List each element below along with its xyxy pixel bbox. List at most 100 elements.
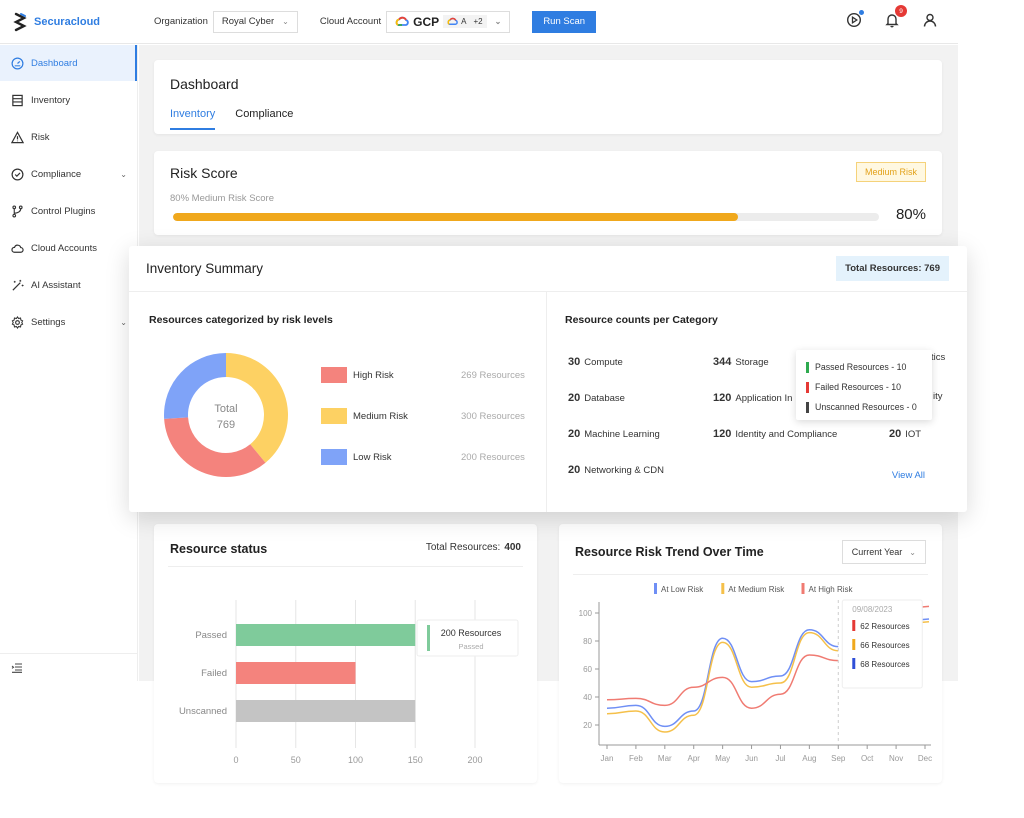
x-tick-label: Oct — [861, 754, 874, 763]
legend-label: At Low Risk — [661, 585, 704, 594]
risk-score-card: Risk Score Medium Risk 80% Medium Risk S… — [154, 151, 942, 235]
total-resources-label: Total Resources: — [425, 542, 501, 553]
tooltip-color-marker — [806, 381, 809, 393]
chevron-down-icon[interactable]: ⌄ — [120, 318, 127, 327]
bar-unscanned — [236, 700, 416, 722]
risk-score-percent: 80% — [895, 206, 926, 223]
branch-icon — [12, 204, 23, 218]
series-line-at-high-risk — [606, 654, 839, 709]
category-count: 20 — [568, 464, 581, 476]
legend-count: 300 Resources — [461, 410, 525, 422]
sidebar-item-cloud-accounts[interactable]: Cloud Accounts — [0, 230, 137, 266]
sidebar-item-settings[interactable]: Settings ⌄ — [0, 304, 137, 340]
category-name: tics — [931, 352, 946, 363]
category-count: 20 — [889, 428, 902, 440]
legend-marker — [721, 583, 725, 594]
category-item[interactable]: 20 Machine Learning — [568, 428, 660, 440]
organization-select[interactable]: Royal Cyber ⌄ — [212, 10, 298, 33]
sidebar-item-label: Dashboard — [31, 57, 78, 69]
category-item[interactable]: 120 Identity and Compliance — [713, 428, 837, 440]
chevron-down-icon: ⌄ — [282, 17, 289, 26]
risk-score-subtitle: 80% Medium Risk Score — [170, 193, 275, 204]
x-tick-label: Apr — [688, 754, 701, 763]
brand-logo[interactable]: Securacloud — [0, 12, 140, 32]
category-item[interactable]: tics — [931, 352, 945, 363]
dashboard-header-card: Dashboard Inventory Compliance — [154, 60, 942, 134]
notifications-button[interactable]: 9 — [884, 5, 907, 28]
sidebar-item-compliance[interactable]: Compliance ⌄ — [0, 156, 137, 192]
risk-score-progress-bar — [173, 213, 879, 221]
tooltip-value: 68 Resources — [860, 660, 909, 669]
y-tick-label: 20 — [583, 721, 592, 730]
new-indicator-dot — [859, 10, 864, 15]
page-title: Dashboard — [170, 76, 239, 92]
sidebar-item-inventory[interactable]: Inventory — [0, 82, 137, 118]
play-video-button[interactable] — [846, 10, 864, 28]
category-item[interactable]: 120 Application In — [713, 392, 792, 404]
sidebar-item-dashboard[interactable]: Dashboard — [0, 45, 137, 81]
resource-status-total: Total Resources: 400 — [426, 542, 521, 553]
app-root: Securacloud Organization Royal Cyber ⌄ C… — [0, 0, 1024, 818]
category-item[interactable]: ity — [933, 391, 943, 402]
x-tick-label: Mar — [658, 754, 672, 763]
y-tick-label: 40 — [583, 693, 592, 702]
tooltip-label: Unscanned Resources - 0 — [815, 402, 917, 412]
risk-trend-card: Resource Risk Trend Over Time Current Ye… — [559, 524, 942, 783]
organization-label: Organization — [154, 16, 208, 27]
legend-swatch — [321, 449, 347, 465]
top-icons: 9 — [846, 5, 938, 28]
risk-donut-chart: Total 769 — [164, 353, 288, 477]
inventory-list-icon — [12, 94, 23, 106]
tab-inventory[interactable]: Inventory — [170, 108, 216, 130]
google-cloud-icon — [447, 17, 458, 25]
tooltip-color-marker — [427, 625, 430, 651]
category-count: 20 — [568, 392, 581, 404]
category-count: 120 — [713, 392, 732, 404]
cloud-account-primary: GCP — [413, 14, 440, 29]
period-select[interactable]: Current Year ⌄ — [841, 540, 926, 564]
cloud-account-secondary: A — [461, 17, 467, 26]
tooltip-date: 09/08/2023 — [852, 605, 893, 614]
user-profile-button[interactable] — [922, 12, 938, 28]
category-counts-title: Resource counts per Category — [565, 314, 718, 326]
tooltip-color-marker — [852, 620, 856, 631]
category-name: Storage — [735, 357, 769, 368]
resource-status-card: Resource status Total Resources: 400 0 50 1… — [154, 524, 537, 783]
cloud-account-secondary-chip: A +2 — [443, 15, 487, 28]
sidebar-item-label: Settings — [31, 316, 66, 328]
collapse-menu-icon — [11, 662, 22, 673]
chevron-down-icon[interactable]: ⌄ — [120, 170, 127, 179]
sidebar-item-risk[interactable]: Risk — [0, 119, 137, 155]
cloud-account-select[interactable]: GCP A +2 ⌄ — [386, 10, 511, 33]
legend-swatch — [321, 367, 347, 383]
x-tick-label: Feb — [629, 754, 643, 763]
category-name: Database — [584, 393, 625, 404]
legend-label: Low Risk — [353, 451, 392, 463]
tooltip-value: 62 Resources — [860, 622, 909, 631]
tooltip-value: 66 Resources — [860, 641, 909, 650]
category-item[interactable]: 30 Compute — [568, 356, 623, 368]
view-all-link[interactable]: View All — [892, 470, 925, 481]
category-item[interactable]: 20 IOT — [889, 428, 921, 440]
category-count: 120 — [713, 428, 732, 440]
category-item[interactable]: 20 Networking & CDN — [568, 464, 664, 476]
category-item[interactable]: 344 Storage — [713, 356, 769, 368]
category-name: ity — [933, 391, 943, 402]
user-icon — [923, 13, 937, 27]
x-tick-label: Dec — [918, 754, 932, 763]
sidebar-item-control-plugins[interactable]: Control Plugins — [0, 193, 137, 229]
tooltip-color-marker — [806, 401, 809, 413]
risk-score-title: Risk Score — [170, 165, 238, 181]
run-scan-button[interactable]: Run Scan — [532, 10, 597, 33]
inventory-summary-title: Inventory Summary — [146, 261, 264, 276]
top-bar: Securacloud Organization Royal Cyber ⌄ C… — [0, 0, 958, 44]
category-item[interactable]: 20 Database — [568, 392, 625, 404]
resource-status-title: Resource status — [170, 542, 268, 556]
x-tick-label: May — [715, 754, 730, 763]
legend-label: Medium Risk — [353, 410, 408, 422]
sidebar-item-ai-assistant[interactable]: AI Assistant — [0, 267, 137, 303]
tooltip-row-failed: Failed Resources - 10 — [806, 377, 922, 397]
x-tick-label: Sep — [831, 754, 846, 763]
sidebar-collapse-button[interactable] — [0, 653, 138, 681]
tab-compliance[interactable]: Compliance — [235, 108, 293, 130]
